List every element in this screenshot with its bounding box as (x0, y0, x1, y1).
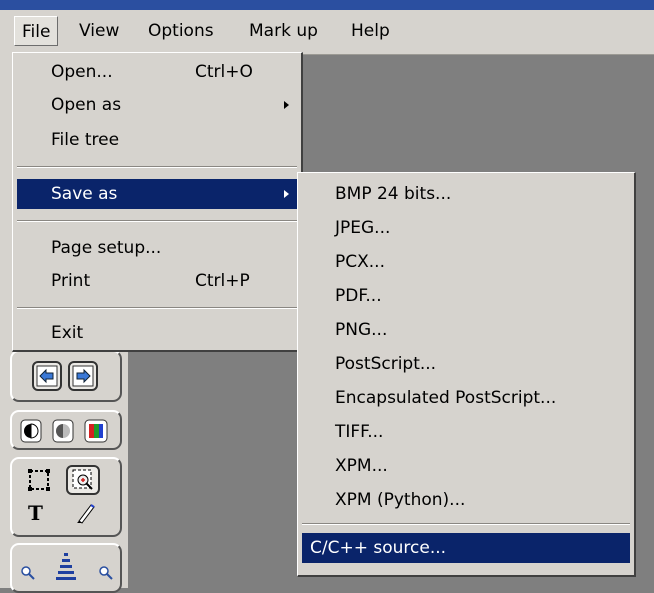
rgb-circle-icon (84, 419, 108, 443)
menu-separator (17, 220, 297, 222)
submenu-item-pdf[interactable]: PDF... (302, 281, 630, 311)
submenu-item-tiff[interactable]: TIFF... (302, 417, 630, 447)
menu-item-open[interactable]: Open... Ctrl+O (17, 57, 297, 87)
zoom-slider[interactable] (54, 551, 78, 590)
menu-item-label: Exit (51, 323, 84, 343)
zoom-area-button[interactable] (66, 465, 100, 495)
text-tool-button[interactable]: T (28, 501, 43, 525)
menu-item-file-tree[interactable]: File tree (17, 125, 297, 155)
title-bar-strip (0, 0, 654, 10)
zoom-tool-group (10, 543, 122, 593)
selection-rectangle-icon (28, 469, 50, 491)
menu-item-label: Open as (51, 95, 122, 115)
menu-view[interactable]: View (72, 16, 126, 46)
submenu-item-postscript[interactable]: PostScript... (302, 349, 630, 379)
menu-item-label: Open... (51, 62, 113, 82)
magnifier-plus-icon (99, 566, 113, 580)
menu-markup[interactable]: Mark up (242, 16, 325, 46)
menu-item-label: PCX... (335, 252, 385, 272)
menu-item-label: File tree (51, 130, 120, 150)
arrow-left-icon (36, 365, 58, 387)
menu-item-label: Print (51, 271, 91, 291)
submenu-item-eps[interactable]: Encapsulated PostScript... (302, 383, 630, 413)
save-as-submenu: BMP 24 bits... JPEG... PCX... PDF... PNG… (297, 172, 636, 577)
submenu-item-c-source[interactable]: C/C++ source... (302, 533, 630, 563)
submenu-item-pcx[interactable]: PCX... (302, 247, 630, 277)
menu-bar: File View Options Mark up Help (0, 10, 654, 55)
menu-separator (17, 166, 297, 168)
select-area-button[interactable] (26, 467, 52, 498)
zoom-level-icon (56, 553, 76, 580)
grayscale-mode-button[interactable] (52, 419, 74, 448)
submenu-item-png[interactable]: PNG... (302, 315, 630, 345)
submenu-item-bmp[interactable]: BMP 24 bits... (302, 179, 630, 209)
submenu-item-jpeg[interactable]: JPEG... (302, 213, 630, 243)
shortcut-label: Ctrl+O (195, 62, 253, 82)
menu-item-label: Encapsulated PostScript... (335, 388, 557, 408)
menu-separator (302, 523, 630, 525)
menu-options[interactable]: Options (141, 16, 221, 46)
submenu-item-xpm-python[interactable]: XPM (Python)... (302, 485, 630, 515)
navigation-tool-group (10, 350, 122, 402)
zoom-out-button[interactable] (20, 565, 36, 586)
previous-page-button[interactable] (32, 361, 62, 391)
magnifier-minus-icon (21, 566, 35, 580)
menu-item-label: XPM (Python)... (335, 490, 466, 510)
color-mode-tool-group (10, 410, 122, 450)
menu-item-label: Page setup... (51, 238, 162, 258)
menu-item-open-as[interactable]: Open as (17, 90, 297, 120)
submenu-arrow-icon (284, 101, 289, 109)
next-page-button[interactable] (68, 361, 98, 391)
menu-help[interactable]: Help (344, 16, 397, 46)
selection-tool-group: T (10, 457, 122, 537)
menu-item-label: C/C++ source... (310, 538, 447, 558)
menu-item-label: BMP 24 bits... (335, 184, 452, 204)
menu-item-label: JPEG... (335, 218, 391, 238)
menu-item-save-as[interactable]: Save as (17, 179, 297, 209)
menu-item-print[interactable]: Print Ctrl+P (17, 266, 297, 296)
menu-item-label: PNG... (335, 320, 388, 340)
menu-separator (17, 307, 297, 309)
black-white-mode-button[interactable] (20, 419, 42, 448)
zoom-selection-icon (72, 469, 93, 490)
bw-circle-icon (20, 419, 42, 443)
menu-item-page-setup[interactable]: Page setup... (17, 233, 297, 263)
menu-item-label: XPM... (335, 456, 388, 476)
menu-item-label: Save as (51, 184, 118, 204)
submenu-item-xpm[interactable]: XPM... (302, 451, 630, 481)
menu-item-label: TIFF... (335, 422, 384, 442)
zoom-in-button[interactable] (98, 565, 114, 586)
pen-tool-button[interactable] (74, 501, 98, 530)
color-mode-button[interactable] (84, 419, 108, 448)
pen-icon (77, 504, 95, 524)
grayscale-circle-icon (52, 419, 74, 443)
arrow-right-icon (72, 365, 94, 387)
menu-item-label: PDF... (335, 286, 382, 306)
menu-item-label: PostScript... (335, 354, 437, 374)
file-menu-dropdown: Open... Ctrl+O Open as File tree Save as… (12, 52, 303, 352)
shortcut-label: Ctrl+P (195, 271, 250, 291)
submenu-arrow-icon (284, 190, 289, 198)
menu-file[interactable]: File (14, 16, 59, 46)
menu-item-exit[interactable]: Exit (17, 318, 297, 348)
